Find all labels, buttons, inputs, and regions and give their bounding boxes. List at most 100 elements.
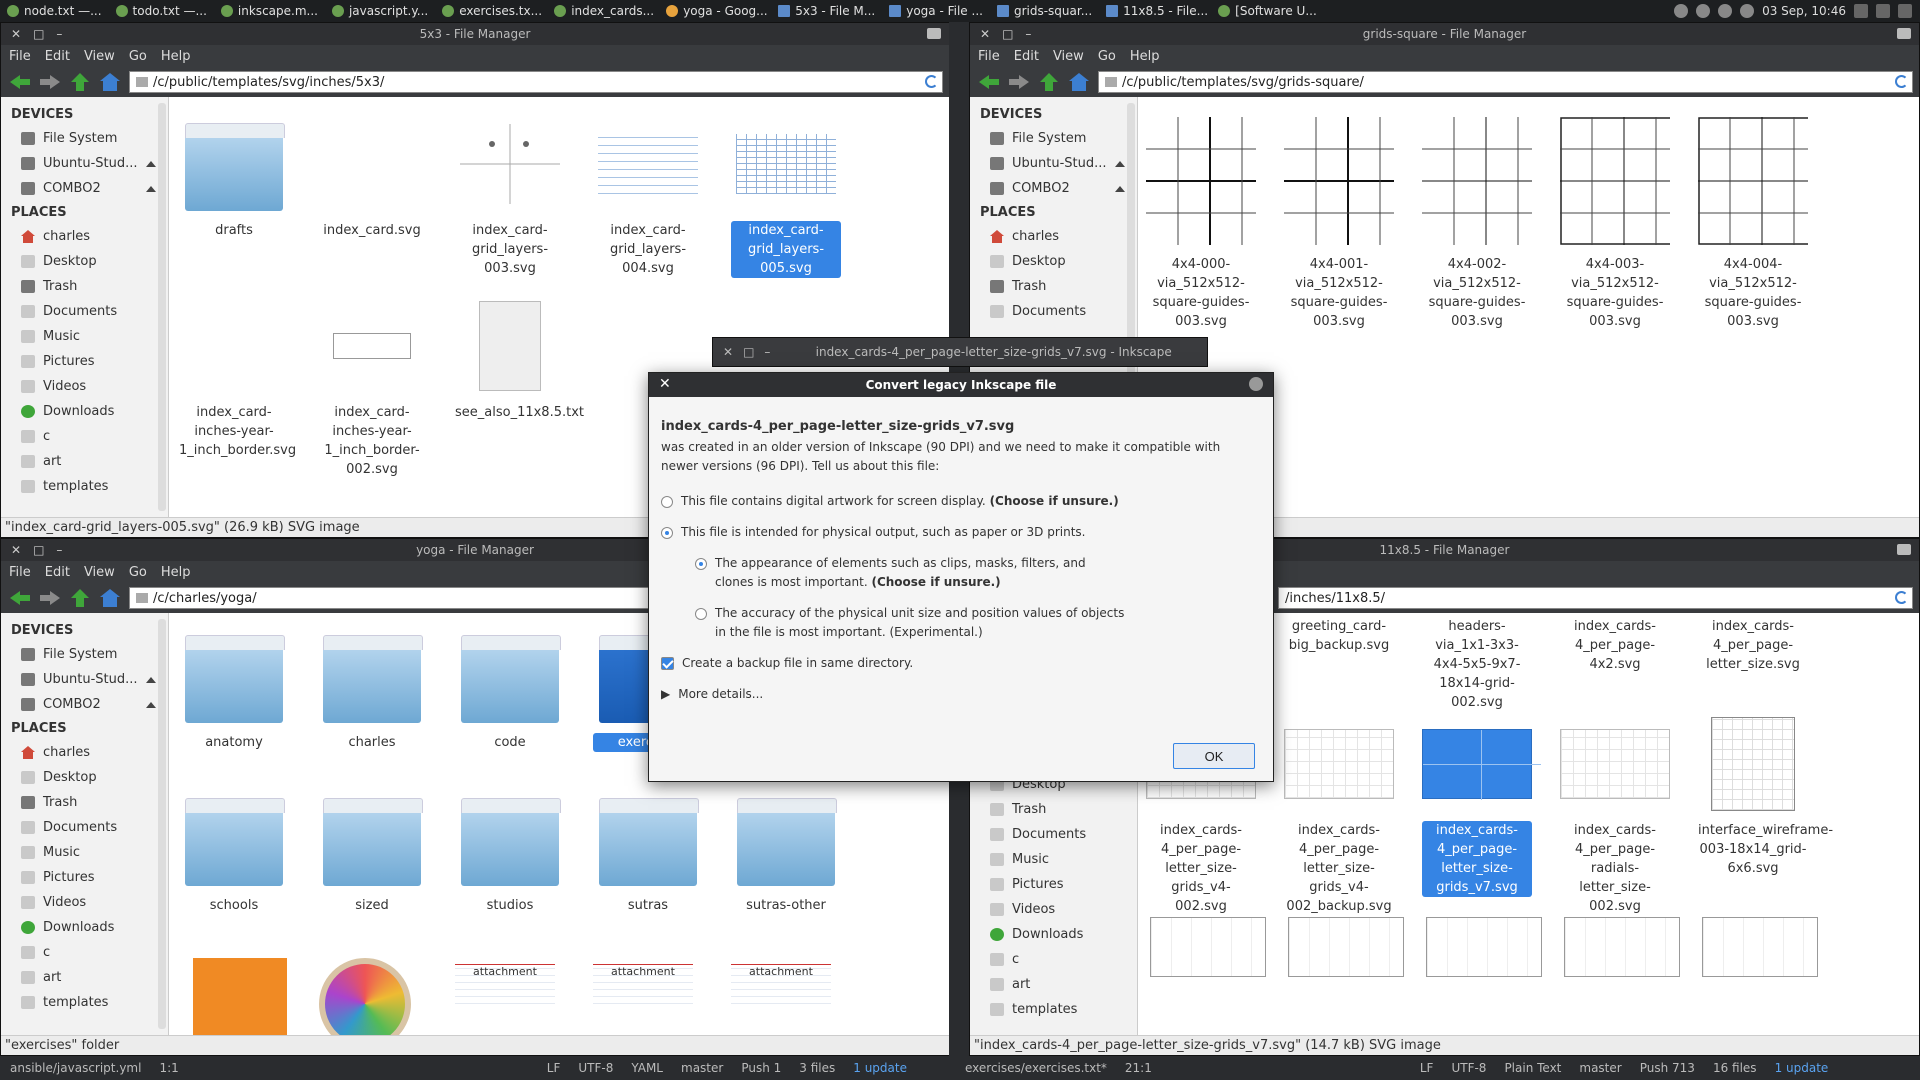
option-physical-output[interactable]: This file is intended for physical outpu… [661,523,1261,542]
volume-icon[interactable] [1740,4,1755,18]
document-thumbnail[interactable]: attachment [455,964,555,1004]
menu-file[interactable]: File [978,49,1000,64]
document-thumbnail[interactable]: attachment [731,964,831,1004]
menu-help[interactable]: Help [161,565,191,580]
sidebar-item-place[interactable]: art [970,972,1137,997]
file-item[interactable]: index_cards-4_per_page-letter_size-grids… [1284,717,1394,916]
up-icon[interactable] [69,589,91,607]
taskbar-item[interactable]: todo.txt —... [109,0,214,22]
sidebar-item-place[interactable]: Pictures [970,872,1137,897]
forward-icon[interactable] [39,73,61,91]
eject-icon[interactable] [1115,160,1125,167]
eject-icon[interactable] [146,676,156,683]
svg-thumbnail[interactable] [1702,917,1818,977]
file-item-selected[interactable]: index_card-grid_layers-005.svg [731,117,841,278]
menu-go[interactable]: Go [129,49,147,64]
spotify-icon[interactable] [1854,4,1868,18]
svg-thumbnail[interactable] [1564,917,1680,977]
status-encoding[interactable]: UTF-8 [578,1061,613,1075]
sidebar-item-place[interactable]: c [1,424,168,449]
sidebar-item-place[interactable]: art [1,965,168,990]
svg-thumbnail[interactable] [1288,917,1404,977]
taskbar-item[interactable]: inkscape.m... [214,0,325,22]
taskbar-item[interactable]: 5x3 - File M... [771,0,882,22]
back-icon[interactable] [9,589,31,607]
sidebar-item-place[interactable]: Music [1,840,168,865]
sidebar-item-place[interactable]: Music [970,847,1137,872]
clock[interactable]: 03 Sep, 10:46 [1762,4,1846,18]
sidebar-item-place[interactable]: Downloads [1,915,168,940]
menu-go[interactable]: Go [1098,49,1116,64]
file-item-selected[interactable]: index_cards-4_per_page-letter_size-grids… [1422,717,1541,897]
sidebar-item-place[interactable]: Pictures [1,349,168,374]
sidebar-item-place[interactable]: Downloads [970,922,1137,947]
ok-button[interactable]: OK [1173,743,1255,769]
file-item[interactable]: index_card.svg [317,117,427,240]
status-file[interactable]: ansible/javascript.yml [10,1061,141,1075]
svg-thumbnail[interactable] [1150,917,1266,977]
file-item[interactable]: sutras [593,792,703,915]
menu-view[interactable]: View [84,49,115,64]
menu-help[interactable]: Help [161,49,191,64]
maximize-icon[interactable]: □ [743,345,754,359]
up-icon[interactable] [1038,73,1060,91]
maximize-icon[interactable]: □ [33,27,44,41]
sidebar-item-place[interactable]: Videos [970,897,1137,922]
sidebar-item-place[interactable]: Documents [1,299,168,324]
sidebar-item-place[interactable]: Pictures [1,865,168,890]
taskbar-item[interactable]: 11x8.5 - File... [1099,0,1211,22]
sidebar-item-place[interactable]: templates [970,997,1137,1022]
file-item[interactable]: anatomy [179,629,289,752]
file-item[interactable]: charles [317,629,427,752]
taskbar-item[interactable]: yoga - Goog... [659,0,771,22]
wifi-icon[interactable] [1718,4,1733,18]
sidebar-item-device[interactable]: COMBO2 [1,692,168,717]
sidebar-item-device[interactable]: Ubuntu-Stud... [1,151,168,176]
status-encoding[interactable]: UTF-8 [1451,1061,1486,1075]
reload-icon[interactable] [1895,75,1908,88]
status-push[interactable]: Push 1 [741,1061,781,1075]
taskbar-item[interactable]: grids-squar... [990,0,1099,22]
forward-icon[interactable] [39,589,61,607]
sidebar-item-place[interactable]: c [970,947,1137,972]
sidebar-item-device[interactable]: COMBO2 [970,176,1137,201]
sidebar-item-place[interactable]: Videos [1,374,168,399]
sidebar-item-place[interactable]: Desktop [970,249,1137,274]
file-item[interactable]: drafts [179,117,289,240]
status-push[interactable]: Push 713 [1640,1061,1695,1075]
sidebar-item-place[interactable]: templates [1,990,168,1015]
back-icon[interactable] [9,73,31,91]
status-grammar[interactable]: YAML [631,1061,663,1075]
sidebar-item-place[interactable]: c [1,940,168,965]
file-item[interactable]: see_also_11x8.5.txt [455,299,584,422]
checkbox[interactable] [661,657,674,670]
status-grammar[interactable]: Plain Text [1504,1061,1561,1075]
sidebar-item-device[interactable]: Ubuntu-Stud... [970,151,1137,176]
option-screen-display[interactable]: This file contains digital artwork for s… [661,492,1261,511]
vpn-icon[interactable] [1674,4,1689,18]
location-bar[interactable]: /c/public/templates/svg/inches/5x3/ [129,71,943,93]
file-item[interactable]: index_card-grid_layers-004.svg [593,117,703,278]
scrollbar[interactable] [158,103,166,511]
bluetooth-icon[interactable] [1696,4,1711,18]
menu-file[interactable]: File [9,565,31,580]
taskbar-item[interactable]: exercises.tx... [435,0,547,22]
status-position[interactable]: 1:1 [159,1061,178,1075]
radio-button[interactable] [661,496,673,508]
file-item[interactable]: index_card-inches-year-1_inch_border-002… [317,299,427,479]
menu-view[interactable]: View [84,565,115,580]
file-item[interactable]: index_card-grid_layers-003.svg [455,117,565,278]
file-item[interactable]: studios [455,792,565,915]
chart-thumbnail[interactable] [319,958,411,1035]
taskbar-item[interactable]: javascript.y... [325,0,435,22]
sidebar-item-device[interactable]: Ubuntu-Stud... [1,667,168,692]
eject-icon[interactable] [146,160,156,167]
file-item[interactable]: interface_wireframe-003-18x14_grid-6x6.s… [1698,717,1833,878]
taskbar-item[interactable]: [Software U... [1211,0,1323,22]
home-icon[interactable] [99,589,121,607]
radio-button[interactable] [695,558,707,570]
sidebar-item-place[interactable]: Documents [1,815,168,840]
location-bar[interactable]: /c/public/templates/svg/grids-square/ [1098,71,1913,93]
status-update[interactable]: 1 update [1775,1061,1829,1075]
location-bar[interactable]: /inches/11x8.5/ [1278,587,1913,609]
